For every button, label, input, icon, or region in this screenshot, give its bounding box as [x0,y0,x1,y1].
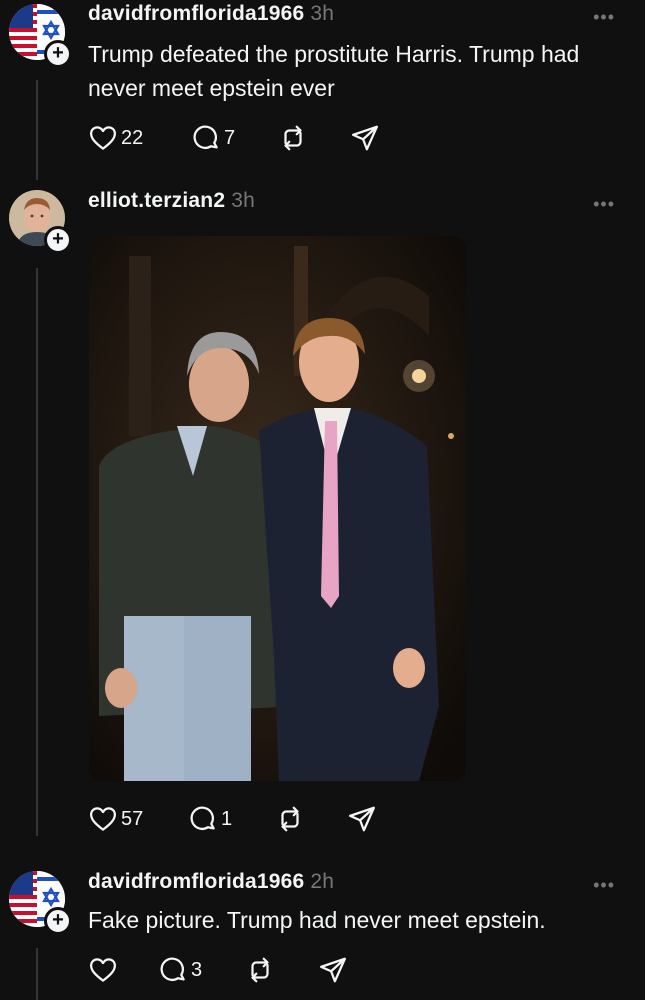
action-bar: 57 1 [88,802,388,836]
username[interactable]: elliot.terzian2 3h [88,189,255,213]
more-options-icon[interactable]: ••• [593,195,615,213]
action-bar: 22 7 [88,121,388,155]
reply-count: 3 [191,958,203,981]
reply-count: 1 [221,807,233,830]
repost-button[interactable] [278,121,308,155]
follow-plus-icon[interactable]: + [44,226,72,254]
like-button[interactable]: 57 [88,802,143,836]
username[interactable]: davidfromflorida1966 2h [88,870,334,894]
username[interactable]: davidfromflorida1966 3h [88,2,334,26]
thread-line [36,80,38,180]
like-button[interactable] [88,953,121,987]
heart-icon [88,804,118,834]
comment-icon [191,123,221,153]
repost-button[interactable] [275,802,305,836]
like-count: 22 [121,126,144,149]
reply-button[interactable]: 7 [191,121,235,155]
repost-button[interactable] [245,953,275,987]
post-text: Trump defeated the prostitute Harris. Tr… [88,41,580,101]
comment-icon [188,804,218,834]
like-count: 57 [121,807,144,830]
timestamp: 3h [231,189,255,212]
share-button[interactable] [318,953,348,987]
post-image[interactable] [89,236,466,781]
repost-icon [278,123,308,153]
share-button[interactable] [350,121,380,155]
follow-plus-icon[interactable]: + [44,40,72,68]
heart-icon [88,955,118,985]
repost-icon [245,955,275,985]
repost-icon [275,804,305,834]
share-button[interactable] [347,802,377,836]
heart-icon [88,123,118,153]
send-icon [350,123,380,153]
thread-line [36,268,38,836]
timestamp: 2h [310,870,335,893]
send-icon [347,804,377,834]
comment-icon [158,955,188,985]
like-button[interactable]: 22 [88,121,143,155]
reply-button[interactable]: 3 [158,953,202,987]
reply-count: 7 [224,126,236,149]
send-icon [318,955,348,985]
action-bar: 3 [88,953,358,987]
more-options-icon[interactable]: ••• [593,8,615,26]
more-options-icon[interactable]: ••• [593,876,615,894]
timestamp: 3h [310,2,335,25]
reply-button[interactable]: 1 [188,802,232,836]
thread-line [36,948,38,1000]
follow-plus-icon[interactable]: + [44,907,72,935]
post-text: Fake picture. Trump had never meet epste… [88,907,546,933]
photo-two-men-in-suits [89,236,466,781]
